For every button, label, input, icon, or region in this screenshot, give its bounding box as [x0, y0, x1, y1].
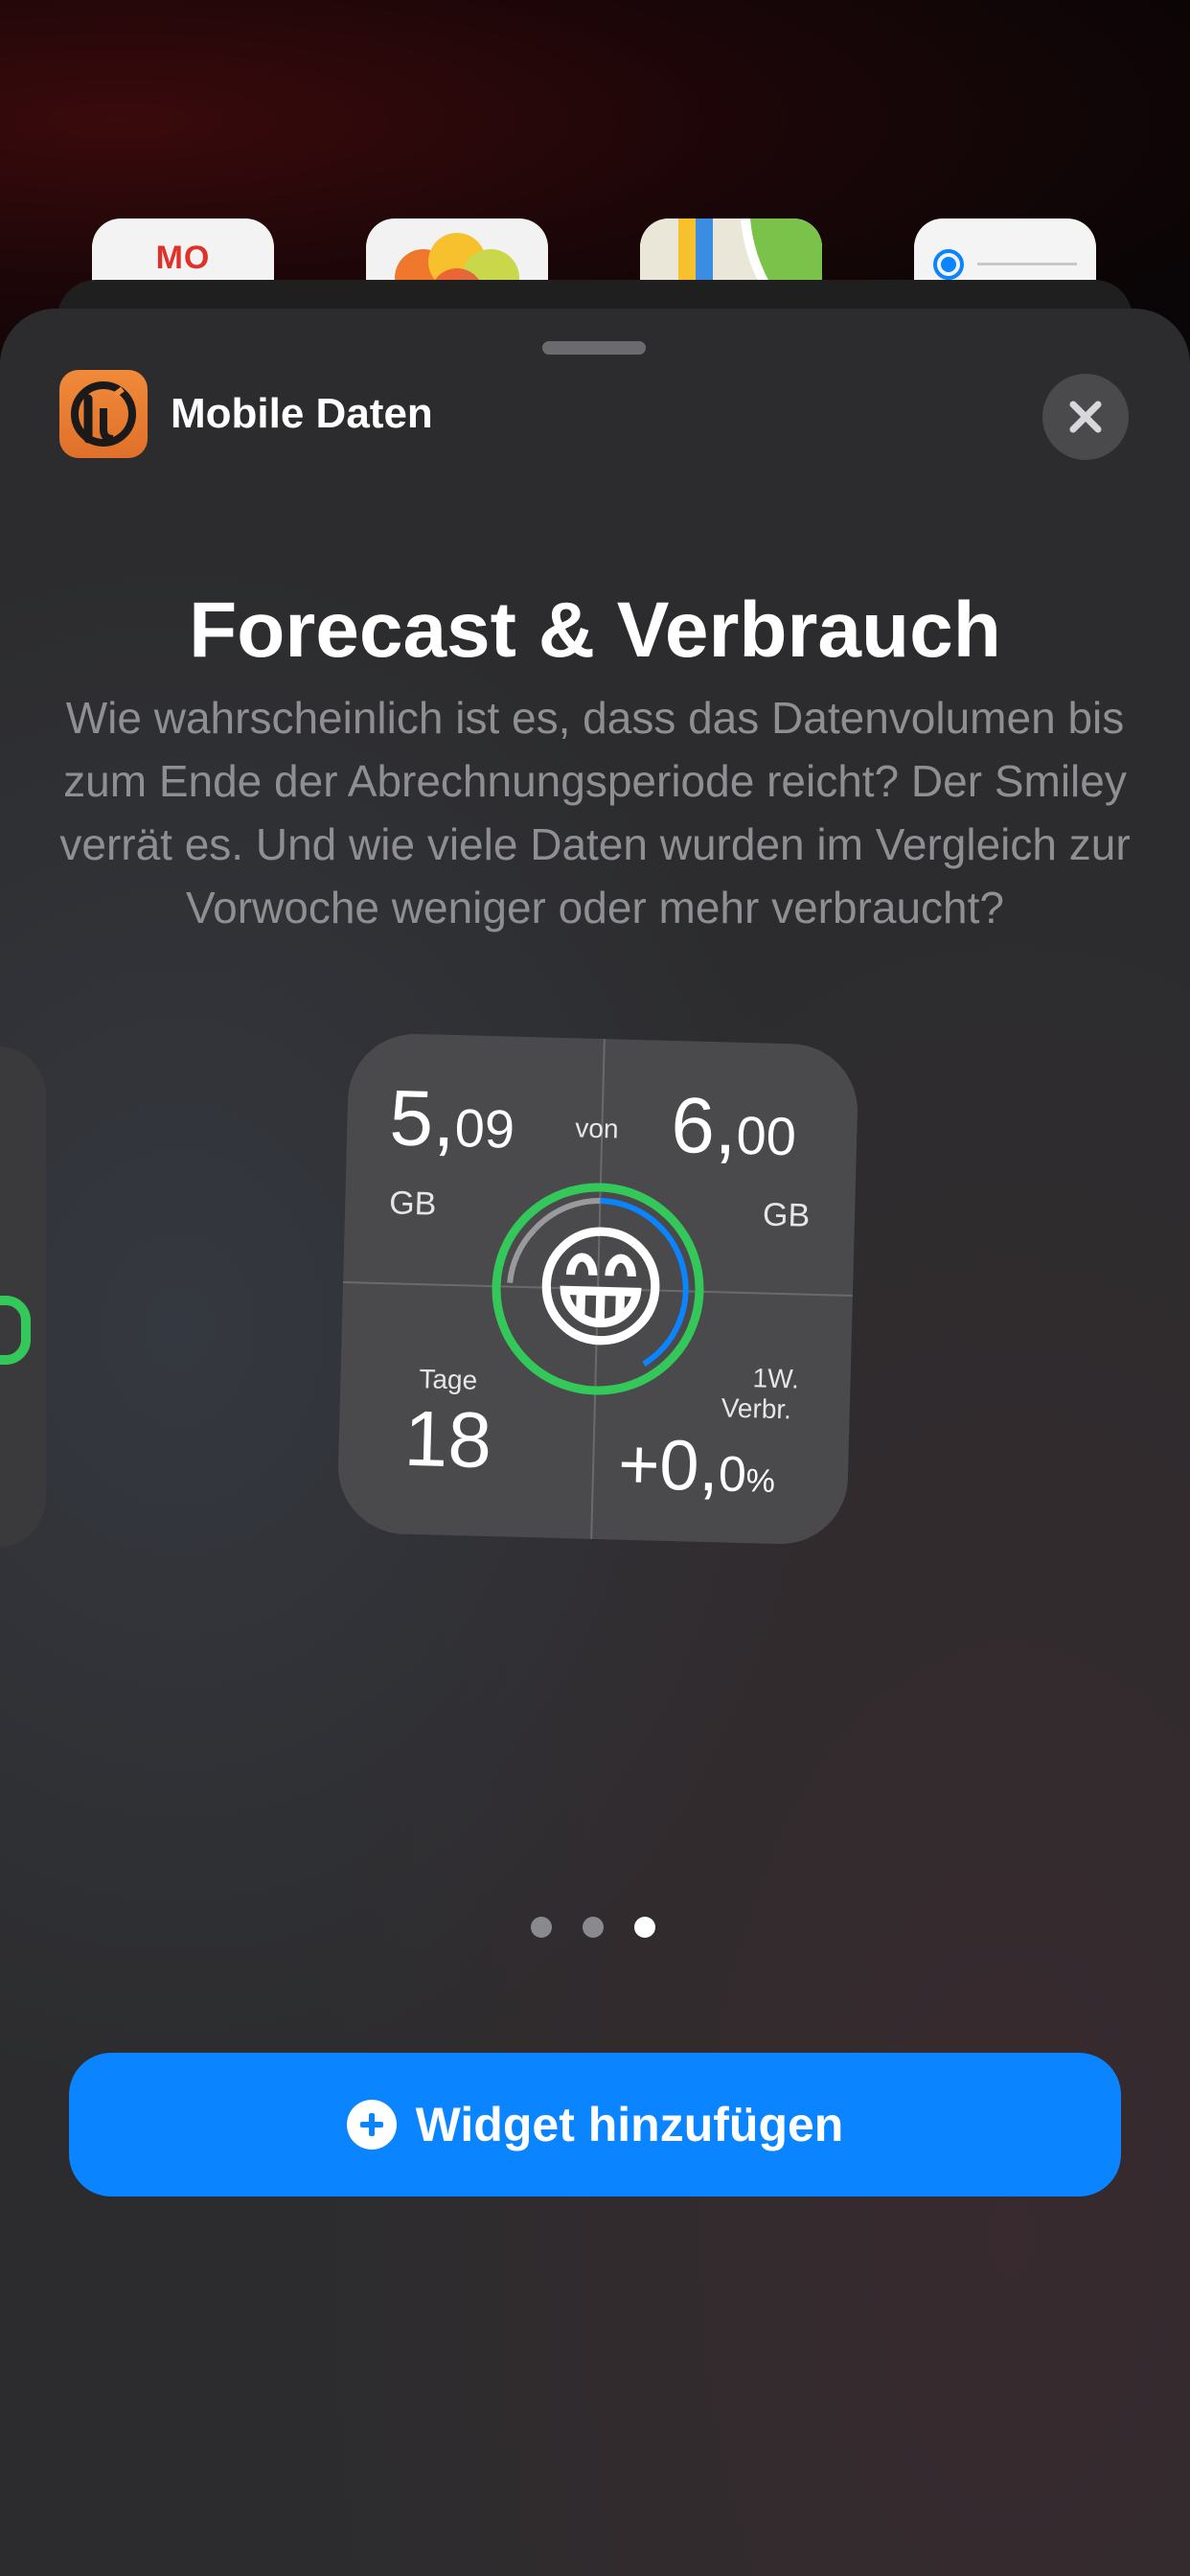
plus-circle-icon [346, 2100, 397, 2150]
used-volume-unit: GB [388, 1184, 437, 1223]
app-name: Mobile Daten [171, 390, 433, 437]
weekly-change-integer: +0, [617, 1423, 721, 1506]
widget-preview[interactable]: 5,09 GB von 6,00 GB 😁 Tage 18 1W. Verbr.… [336, 1032, 859, 1546]
week-label-line1: 1W. [752, 1363, 800, 1394]
widget-gallery-sheet: Mobile Daten Forecast & Verbrauch Wie wa… [0, 309, 1190, 2576]
weekly-change: +0,0% [617, 1423, 776, 1508]
used-volume-decimal: 09 [453, 1097, 515, 1160]
close-icon [1069, 401, 1102, 433]
sheet-grabber[interactable] [542, 341, 646, 355]
page-dot-2[interactable] [583, 1917, 604, 1938]
page-indicator[interactable] [531, 1915, 661, 1940]
forecast-smiley-icon: 😁 [528, 1211, 673, 1366]
used-volume: 5,09 [388, 1074, 515, 1164]
weekly-change-decimal: 0 [718, 1446, 747, 1504]
used-volume-integer: 5, [388, 1074, 457, 1164]
total-volume-unit: GB [762, 1196, 811, 1234]
days-value: 18 [402, 1394, 493, 1485]
page-dot-3[interactable] [634, 1917, 655, 1938]
add-widget-label: Widget hinzufügen [415, 2098, 844, 2151]
days-label: Tage [419, 1364, 478, 1395]
total-volume-decimal: 00 [735, 1104, 797, 1167]
of-label: von [574, 1113, 619, 1144]
total-volume-integer: 6, [670, 1081, 739, 1171]
total-volume: 6,00 [670, 1081, 797, 1172]
widget-description: Wie wahrscheinlich ist es, dass das Date… [59, 693, 1131, 932]
widget-title: Forecast & Verbrauch [189, 586, 1001, 674]
week-label-line2: Verbr. [721, 1392, 792, 1425]
add-widget-button[interactable]: Widget hinzufügen [69, 2053, 1121, 2196]
page-dot-1[interactable] [531, 1917, 552, 1938]
calendar-day-label: MO [155, 240, 211, 276]
mobile-daten-app-icon [59, 370, 148, 458]
weekly-change-unit: % [745, 1462, 776, 1500]
close-button[interactable] [1042, 374, 1129, 460]
